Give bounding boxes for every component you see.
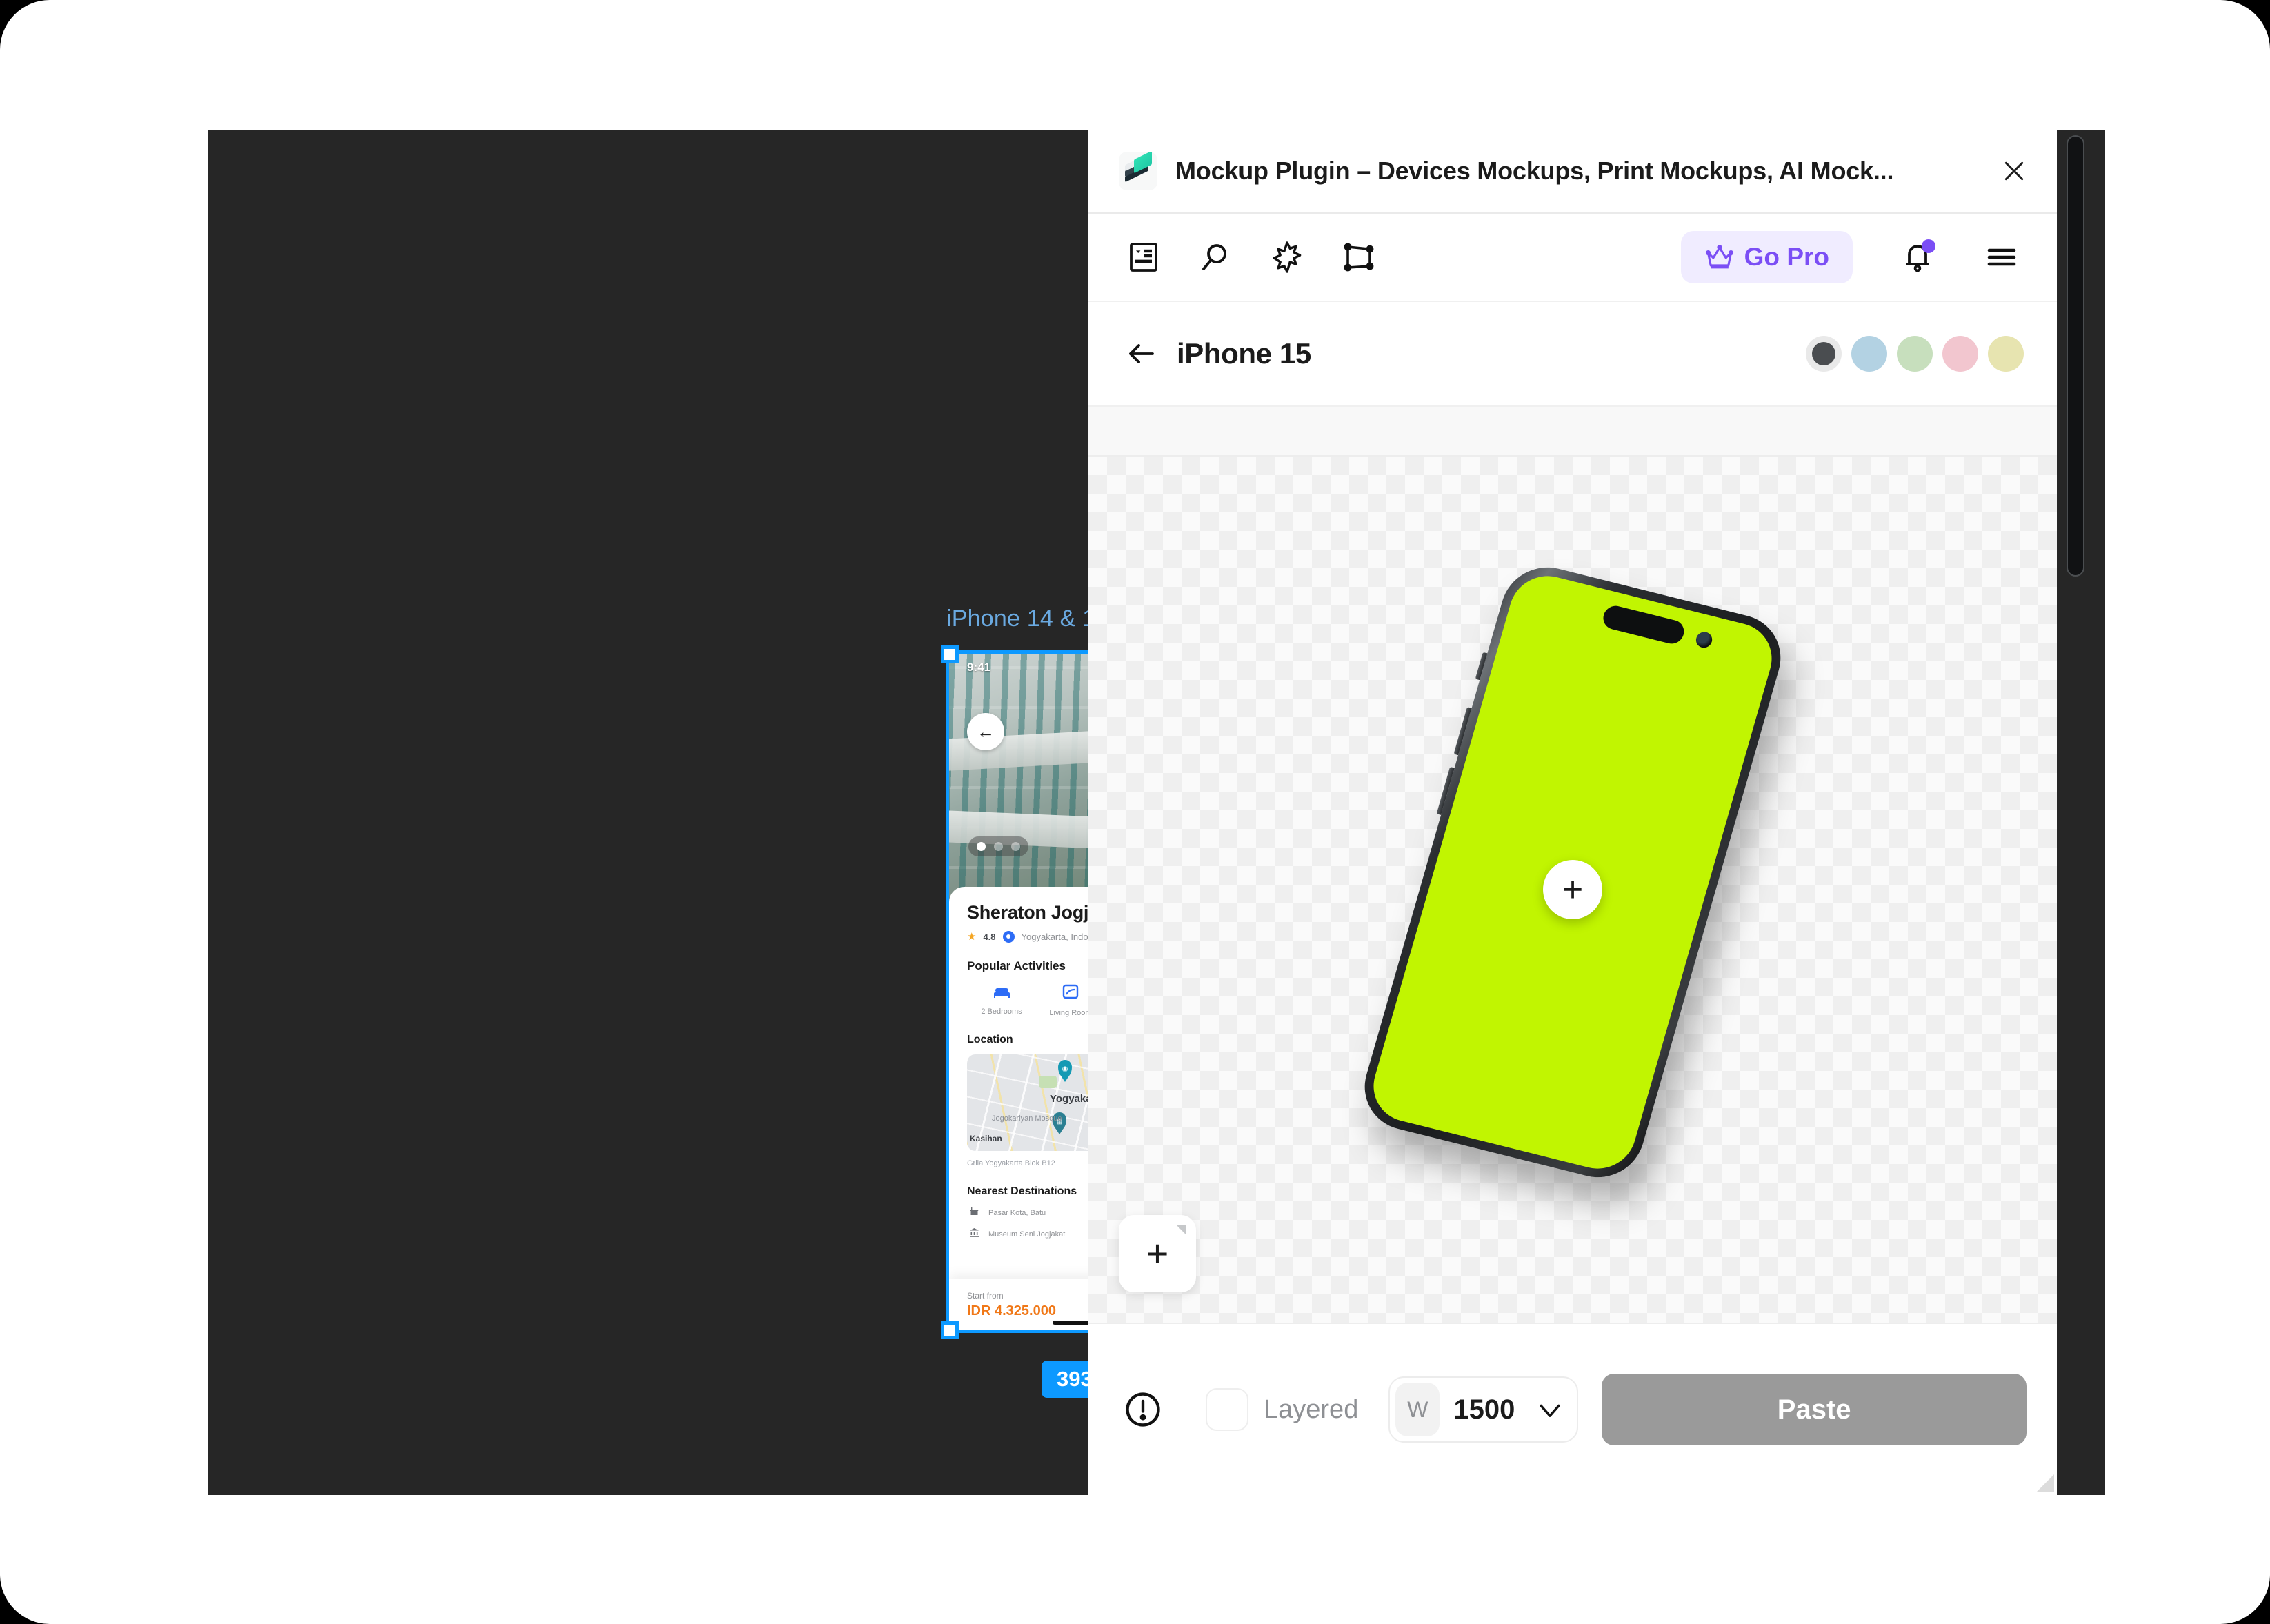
activities-title: Popular Activities (967, 959, 1066, 972)
plugin-footer: Layered W 1500 Paste (1088, 1323, 2057, 1495)
plugin-title-bar: Mockup Plugin – Devices Mockups, Print M… (1088, 130, 2057, 214)
activity-item[interactable]: 2 Bedrooms (967, 984, 1036, 1019)
chevron-down-icon[interactable] (1529, 1394, 1571, 1425)
hero-back-button[interactable]: ← (967, 713, 1004, 750)
activity-item[interactable]: Living Room (1036, 984, 1090, 1019)
activities-header: Popular Activities See All (967, 959, 1090, 973)
size-badge: 393 × 852 (1042, 1361, 1090, 1398)
color-swatches (1806, 336, 2024, 372)
sparkle-burst-icon[interactable] (1262, 232, 1312, 282)
plugin-panel: Mockup Plugin – Devices Mockups, Print M… (1088, 130, 2057, 1495)
nearest-title: Nearest Destinations (967, 1185, 1077, 1197)
device-name: iPhone 15 (1177, 337, 1311, 370)
location-title: Location (967, 1034, 1013, 1045)
hotel-name: Sheraton Jogja Hotel (967, 902, 1090, 923)
destination-row[interactable]: Museum Seni Jogjakat 28km (967, 1227, 1090, 1241)
notification-bell-icon[interactable] (1893, 232, 1942, 282)
mockup-preview[interactable]: + + (1088, 457, 2057, 1323)
destination-name: Museum Seni Jogjakat (988, 1230, 1066, 1239)
location-map[interactable]: ◉ ▣ ▦ DUSUN Yogyakarta Jogokariyan Mosqu… (967, 1054, 1090, 1151)
map-label-mosque: Jogokariyan Mosque (992, 1114, 1062, 1123)
layered-label: Layered (1264, 1394, 1359, 1424)
figma-canvas[interactable]: iPhone 14 & 15 Pro ... </> 9:41 (208, 130, 1090, 1495)
width-value[interactable]: 1500 (1444, 1394, 1524, 1425)
plugin-toolbar: Go Pro (1088, 214, 2057, 302)
device-header-row: iPhone 15 (1088, 302, 2057, 407)
destination-name: Pasar Kota, Batu (988, 1208, 1046, 1217)
selected-frame[interactable]: 9:41 ← ♡ (946, 650, 1090, 1333)
carousel-dots[interactable] (968, 836, 1028, 856)
living-room-icon (1036, 984, 1090, 1003)
activity-label: 2 Bedrooms (981, 1008, 1022, 1016)
selection-handle-bottom-left[interactable] (941, 1321, 959, 1339)
swatch-black[interactable] (1806, 336, 1842, 372)
carousel-dot[interactable] (1011, 842, 1020, 851)
hotel-meta: ★ 4.8 Yogyakarta, Indonesia (967, 930, 1090, 943)
home-indicator (1053, 1321, 1090, 1325)
crown-icon (1705, 245, 1733, 269)
dynamic-island (1600, 603, 1687, 646)
layered-checkbox[interactable] (1206, 1388, 1248, 1431)
price-value: IDR 4.325.000 (967, 1303, 1056, 1319)
hero-photo: 9:41 ← ♡ (949, 654, 1090, 909)
plugin-title: Mockup Plugin – Devices Mockups, Print M… (1175, 157, 1894, 185)
search-icon[interactable] (1191, 232, 1240, 282)
add-image-button[interactable]: + (1543, 860, 1602, 919)
hotel-detail-sheet: Sheraton Jogja Hotel ★ 4.8 Yogyakarta, I… (949, 887, 1090, 1330)
arrow-left-icon: ← (977, 721, 995, 742)
resize-grip[interactable] (2036, 1474, 2054, 1492)
close-icon[interactable] (1995, 152, 2033, 190)
carousel-dot[interactable] (977, 842, 986, 851)
destination-row[interactable]: Pasar Kota, Batu 5km (967, 1206, 1090, 1219)
warning-icon[interactable] (1119, 1385, 1167, 1434)
hotel-rating: 4.8 (983, 931, 996, 942)
bed-icon (967, 984, 1036, 1001)
star-icon: ★ (967, 931, 977, 943)
hotel-address: Griia Yogyakarta Blok B12 (967, 1159, 1055, 1167)
selection-handle-top-left[interactable] (941, 645, 959, 663)
resize-corner-icon (1176, 1225, 1186, 1235)
booking-bar: Start from IDR 4.325.000 Book Now (949, 1279, 1090, 1330)
map-label-kasihan: Kasihan (970, 1133, 1002, 1143)
go-pro-button[interactable]: Go Pro (1680, 231, 1853, 283)
map-park (1039, 1075, 1057, 1088)
menu-icon[interactable] (1977, 232, 2027, 282)
preview-spacer (1088, 407, 2057, 457)
canvas-scroll-column (2057, 130, 2105, 1495)
frame-title[interactable]: iPhone 14 & 15 Pro ... (946, 605, 1090, 632)
location-pin-icon (1002, 930, 1015, 943)
plugin-logo-icon (1119, 152, 1157, 190)
museum-icon (967, 1227, 981, 1241)
swatch-green[interactable] (1897, 336, 1933, 372)
device-card-icon[interactable] (1119, 232, 1168, 282)
perspective-transform-icon[interactable] (1334, 232, 1384, 282)
back-arrow-icon[interactable] (1119, 331, 1164, 377)
mute-switch (1475, 652, 1488, 681)
frame-label[interactable]: iPhone 14 & 15 Pro ... </> (946, 605, 1090, 632)
swatch-yellow[interactable] (1988, 336, 2024, 372)
go-pro-label: Go Pro (1744, 243, 1829, 271)
start-from-label: Start from (967, 1291, 1004, 1301)
activities-list: 2 Bedrooms Living Room Non-smoking (967, 984, 1090, 1019)
hotel-location: Yogyakarta, Indonesia (1021, 931, 1090, 942)
width-field[interactable]: W 1500 (1388, 1376, 1579, 1443)
map-label-city: Yogyakarta (1050, 1093, 1090, 1105)
status-time: 9:41 (967, 661, 991, 674)
layered-option[interactable]: Layered (1206, 1388, 1358, 1431)
market-icon (967, 1206, 981, 1219)
scrollbar-thumb[interactable] (2067, 135, 2084, 577)
add-tile-button[interactable]: + (1119, 1215, 1196, 1292)
carousel-dot[interactable] (994, 842, 1003, 851)
status-bar: 9:41 (949, 661, 1090, 674)
swatch-pink[interactable] (1942, 336, 1978, 372)
plus-icon: + (1146, 1232, 1169, 1275)
width-tag: W (1395, 1383, 1440, 1436)
hero-texture (949, 654, 1090, 909)
price-block: Start from IDR 4.325.000 (967, 1291, 1056, 1319)
paste-button[interactable]: Paste (1602, 1374, 2027, 1445)
swatch-blue[interactable] (1851, 336, 1887, 372)
app-window: iPhone 14 & 15 Pro ... </> 9:41 (0, 0, 2270, 1624)
activity-label: Living Room (1049, 1009, 1090, 1017)
notification-badge (1922, 239, 1935, 253)
